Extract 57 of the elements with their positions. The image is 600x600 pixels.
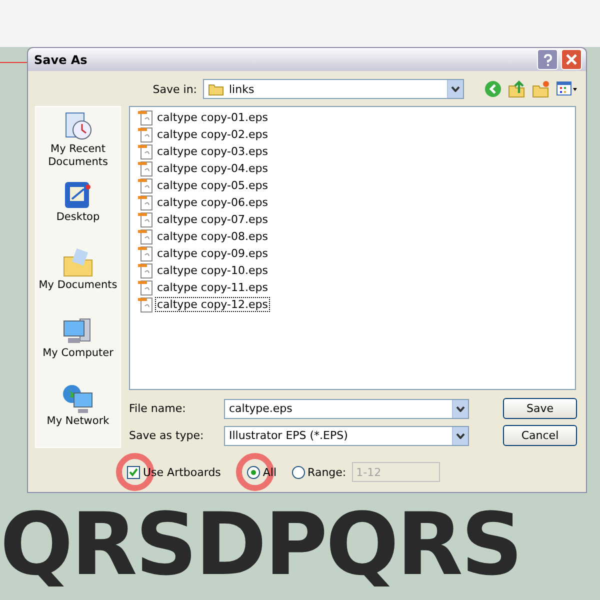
- eps-file-icon: [138, 246, 154, 262]
- help-button[interactable]: [537, 49, 558, 70]
- eps-file-icon: [138, 228, 154, 244]
- file-name[interactable]: caltype copy-05.eps: [155, 178, 270, 193]
- save-in-dropdown[interactable]: links: [203, 79, 464, 99]
- file-name[interactable]: caltype copy-12.eps: [155, 297, 270, 312]
- up-folder-icon[interactable]: [508, 80, 526, 98]
- places-item[interactable]: My Recent Documents: [36, 107, 120, 175]
- radio-button[interactable]: [246, 466, 260, 478]
- file-name-label: File name:: [129, 402, 187, 415]
- eps-file-icon: [138, 262, 154, 278]
- places-item[interactable]: My Computer: [42, 311, 114, 379]
- file-name[interactable]: caltype copy-10.eps: [155, 263, 270, 278]
- save-button[interactable]: Save: [503, 398, 577, 419]
- cancel-button[interactable]: Cancel: [503, 425, 577, 446]
- places-item[interactable]: Desktop: [56, 175, 100, 243]
- radio-label: All: [262, 466, 277, 478]
- folder-icon: [208, 82, 224, 96]
- eps-file-icon: [138, 160, 154, 176]
- eps-file-icon: [138, 110, 154, 126]
- radio-label: Range:: [308, 466, 346, 478]
- file-name[interactable]: caltype copy-03.eps: [155, 144, 270, 159]
- folder-icon: [62, 247, 94, 279]
- eps-file-icon: [138, 178, 154, 194]
- eps-file-icon: [138, 194, 154, 210]
- file-name[interactable]: caltype copy-08.eps: [155, 229, 270, 244]
- close-icon: [566, 54, 577, 65]
- file-name[interactable]: caltype copy-11.eps: [155, 280, 270, 295]
- radio-button[interactable]: [292, 466, 305, 478]
- view-menu-icon[interactable]: [556, 81, 578, 97]
- eps-file-icon: [138, 126, 154, 142]
- file-name[interactable]: caltype copy-06.eps: [155, 195, 270, 210]
- artboard-letters: QRS: [0, 494, 196, 597]
- use-artboards-label: Use Artboards: [143, 466, 221, 478]
- window-title: Save As: [34, 52, 88, 66]
- back-icon[interactable]: [484, 80, 502, 98]
- file-name[interactable]: caltype copy-04.eps: [155, 161, 270, 176]
- eps-file-icon: [138, 280, 154, 296]
- save-as-type-dropdown[interactable]: Illustrator EPS (*.EPS): [224, 426, 469, 446]
- eps-file-icon: [138, 144, 154, 160]
- file-name[interactable]: caltype copy-09.eps: [155, 246, 270, 261]
- file-name[interactable]: caltype copy-02.eps: [155, 127, 270, 142]
- network-computer-icon: [62, 383, 94, 415]
- save-in-label: Save in:: [152, 82, 197, 96]
- eps-file-icon: [138, 212, 154, 228]
- places-item[interactable]: My Documents: [38, 243, 118, 311]
- file-name[interactable]: caltype copy-01.eps: [155, 110, 270, 125]
- file-name[interactable]: caltype copy-07.eps: [155, 212, 270, 227]
- artboard-letters: DPQRS: [195, 494, 522, 597]
- checkbox[interactable]: [127, 466, 140, 478]
- close-button[interactable]: [561, 49, 582, 70]
- save-as-type-label: Save as type:: [129, 429, 205, 442]
- new-folder-icon[interactable]: [532, 80, 550, 98]
- help-icon: [542, 54, 552, 66]
- places-item[interactable]: My Network: [46, 379, 110, 447]
- eps-file-icon: [138, 296, 154, 312]
- file-name-field[interactable]: caltype.eps: [224, 398, 469, 418]
